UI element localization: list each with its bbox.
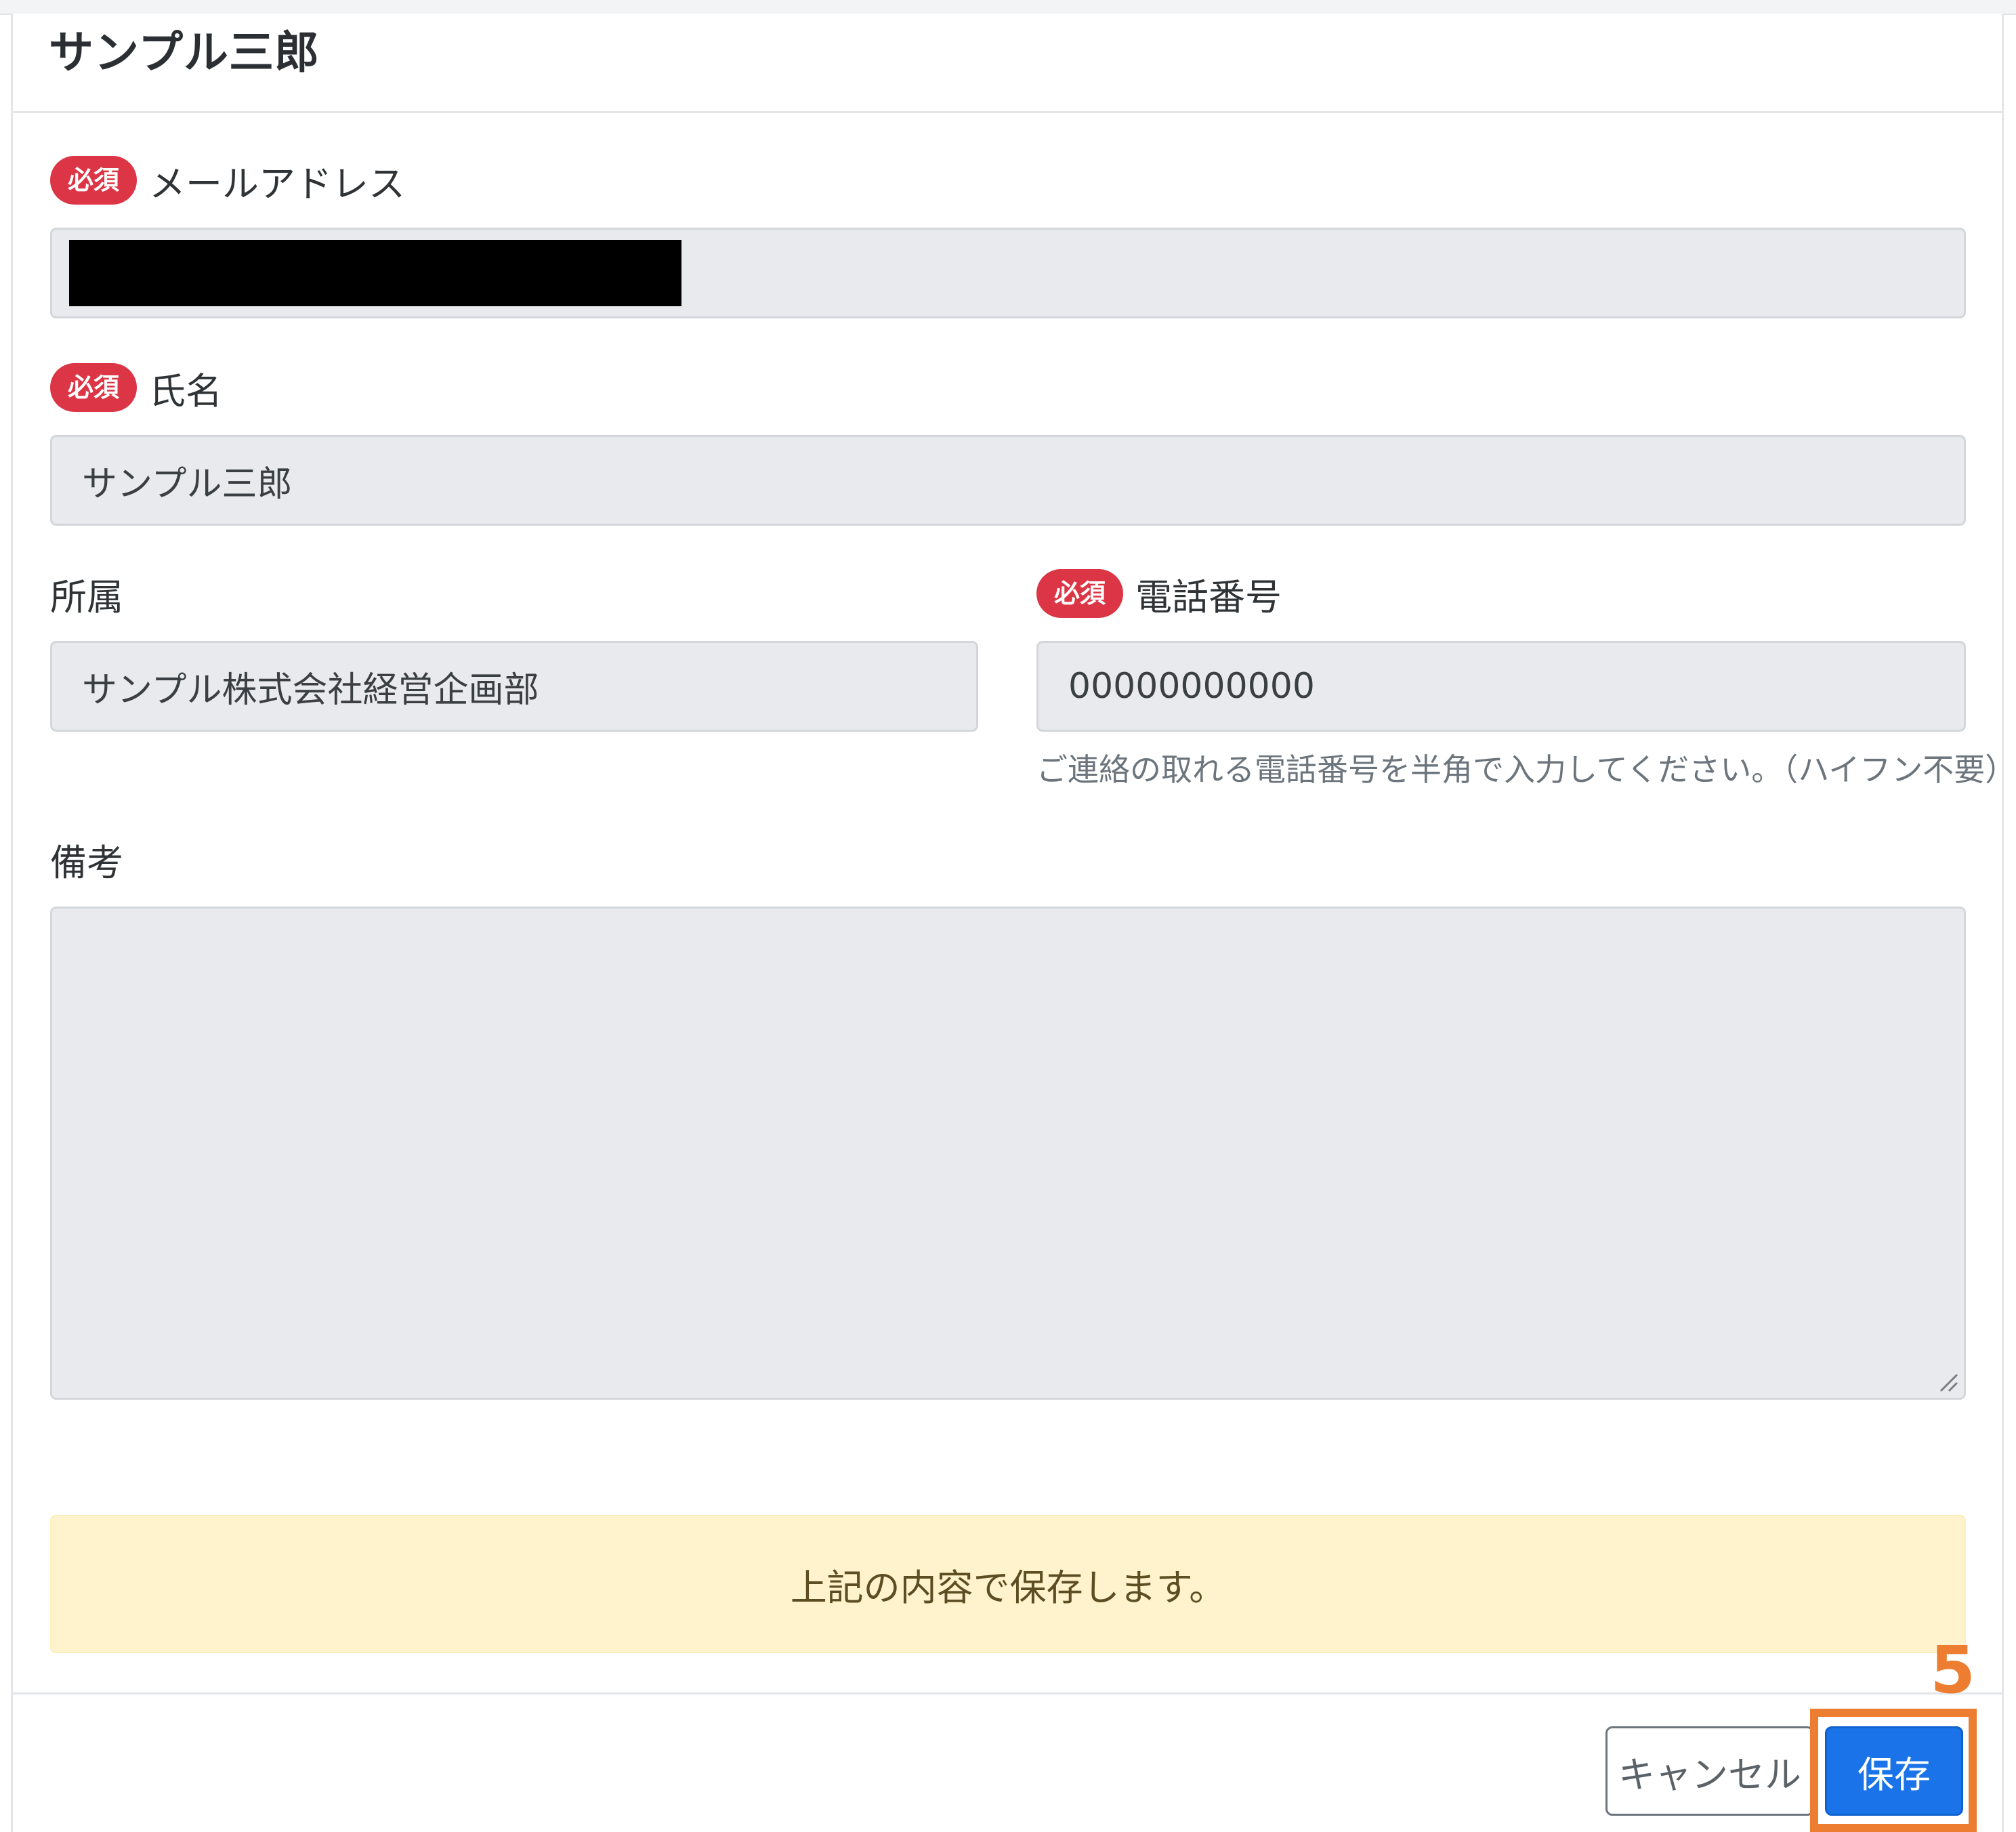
required-badge: 必須 — [50, 156, 138, 205]
affiliation-label: 所属 — [50, 575, 123, 619]
step-number: 5 — [1930, 1632, 1975, 1708]
affiliation-label-row: 所属 — [50, 566, 123, 621]
required-badge: 必須 — [1036, 569, 1124, 618]
remarks-textarea[interactable] — [50, 907, 1966, 1400]
email-label: メールアドレス — [149, 162, 406, 205]
phone-value: 00000000000 — [1068, 666, 1315, 707]
page-title: サンプル三郎 — [49, 26, 320, 79]
resize-handle-icon[interactable] — [1937, 1371, 1960, 1394]
redacted-email-block — [69, 240, 681, 306]
affiliation-value: サンプル株式会社経営企画部 — [82, 669, 539, 711]
phone-label: 電話番号 — [1135, 575, 1282, 619]
edit-user-page: サンプル三郎 必須 メールアドレス 必須 氏名 サンプル三郎 所属 サンプル株式… — [0, 0, 2016, 1832]
name-field[interactable]: サンプル三郎 — [50, 435, 1966, 526]
phone-label-row: 必須 電話番号 — [1036, 566, 1282, 621]
top-strip — [0, 0, 2016, 15]
confirm-alert: 上記の内容で保存します。 — [50, 1515, 1966, 1653]
name-label-row: 必須 氏名 — [50, 360, 222, 415]
cancel-button[interactable]: キャンセル — [1605, 1726, 1814, 1816]
email-label-row: 必須 メールアドレス — [50, 153, 405, 207]
alert-message: 上記の内容で保存します。 — [790, 1566, 1226, 1609]
affiliation-field[interactable]: サンプル株式会社経営企画部 — [50, 641, 978, 732]
header-divider — [11, 111, 2004, 113]
save-highlight-box — [1810, 1709, 1977, 1832]
footer-divider — [11, 1692, 2004, 1694]
remarks-label: 備考 — [50, 841, 123, 884]
remarks-label-row: 備考 — [50, 832, 123, 886]
name-label: 氏名 — [149, 369, 223, 413]
phone-field[interactable]: 00000000000 — [1036, 641, 1966, 732]
required-badge: 必須 — [50, 363, 138, 412]
name-value: サンプル三郎 — [82, 463, 293, 505]
phone-help-text: ご連絡の取れる電話番号を半角で入力してください。（ハイフン不要） — [1036, 751, 2016, 788]
